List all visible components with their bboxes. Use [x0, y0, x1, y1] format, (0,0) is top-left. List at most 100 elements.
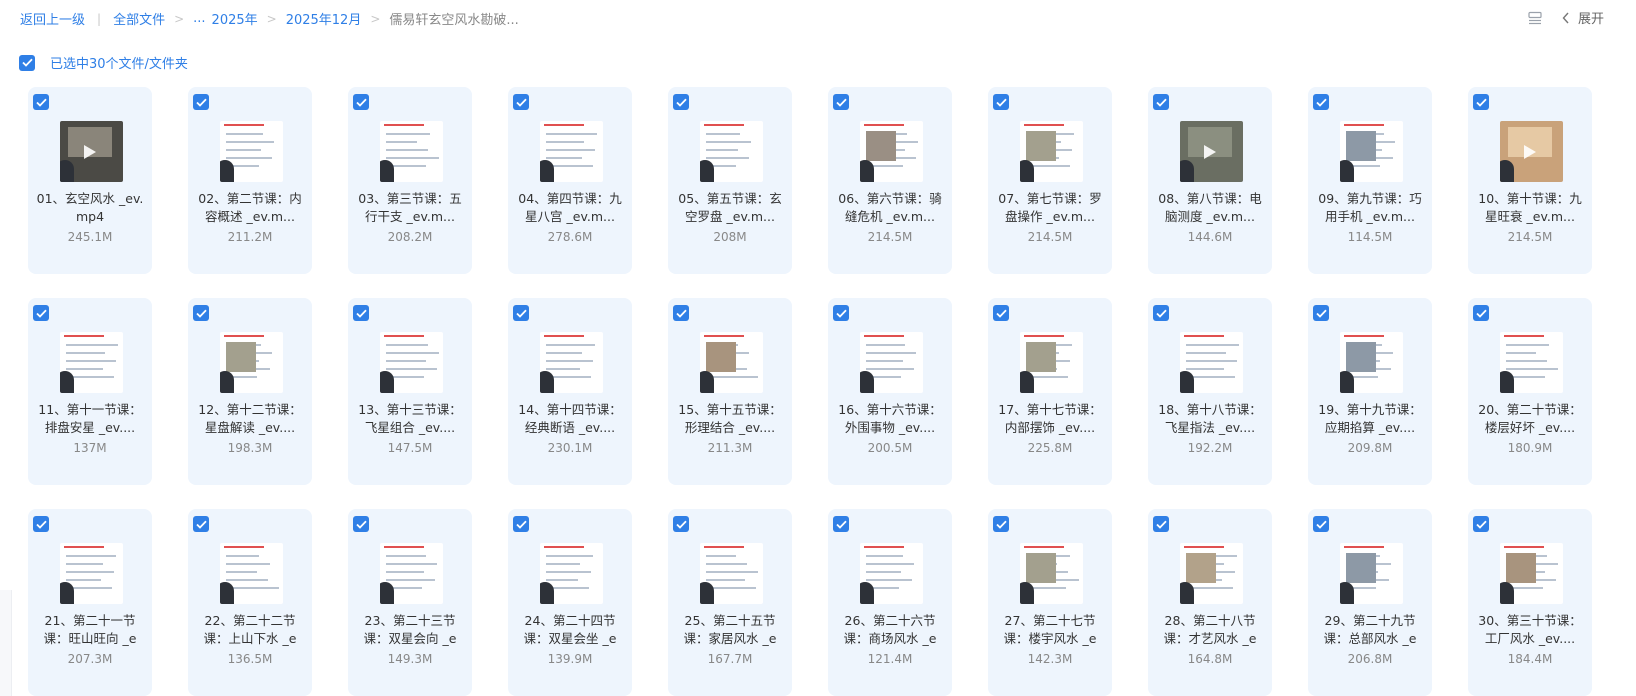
- file-checkbox[interactable]: [513, 516, 529, 532]
- file-size: 137M: [73, 441, 107, 455]
- file-name: 13、第十三节课：飞星组合 _ev....: [358, 402, 462, 435]
- file-card[interactable]: 19、第十九节课：应期掐算 _ev.... 209.8M: [1308, 298, 1432, 485]
- file-card[interactable]: 25、第二十五节课：家居风水 _e 167.7M: [668, 509, 792, 696]
- file-checkbox[interactable]: [1153, 94, 1169, 110]
- file-size: 167.7M: [707, 652, 753, 666]
- file-card[interactable]: 05、第五节课：玄空罗盘 _ev.m... 208M: [668, 87, 792, 274]
- presenter-figure: [60, 371, 74, 393]
- presenter-figure: [1180, 582, 1194, 604]
- back-link[interactable]: 返回上一级: [20, 9, 85, 28]
- file-checkbox[interactable]: [513, 305, 529, 321]
- file-card[interactable]: 01、玄空风水 _ev.mp4 245.1M: [28, 87, 152, 274]
- file-card[interactable]: 07、第七节课：罗盘操作 _ev.m... 214.5M: [988, 87, 1112, 274]
- file-checkbox[interactable]: [673, 305, 689, 321]
- file-card[interactable]: 30、第三十节课：工厂风水 _ev.... 184.4M: [1468, 509, 1592, 696]
- file-size: 142.3M: [1027, 652, 1073, 666]
- file-thumbnail: [1020, 332, 1083, 393]
- file-thumbnail: [540, 543, 603, 604]
- presenter-figure: [380, 371, 394, 393]
- file-name: 07、第七节课：罗盘操作 _ev.m...: [998, 191, 1102, 224]
- file-card[interactable]: 20、第二十节课：楼层好坏 _ev.... 180.9M: [1468, 298, 1592, 485]
- check-icon: [1315, 309, 1327, 318]
- file-checkbox[interactable]: [1153, 516, 1169, 532]
- file-card[interactable]: 17、第十七节课：内部摆饰 _ev.... 225.8M: [988, 298, 1112, 485]
- file-checkbox[interactable]: [673, 94, 689, 110]
- file-name: 17、第十七节课：内部摆饰 _ev....: [998, 402, 1102, 435]
- file-card[interactable]: 13、第十三节课：飞星组合 _ev.... 147.5M: [348, 298, 472, 485]
- file-checkbox[interactable]: [513, 94, 529, 110]
- file-card[interactable]: 09、第九节课：巧用手机 _ev.m... 114.5M: [1308, 87, 1432, 274]
- breadcrumb-all-files[interactable]: 全部文件: [113, 9, 165, 28]
- file-checkbox[interactable]: [673, 516, 689, 532]
- file-thumbnail: [1340, 332, 1403, 393]
- selection-count-label: 已选中30个文件/文件夹: [50, 57, 188, 72]
- file-card[interactable]: 24、第二十四节课：双星会坐 _e 139.9M: [508, 509, 632, 696]
- file-checkbox[interactable]: [33, 516, 49, 532]
- file-checkbox[interactable]: [353, 516, 369, 532]
- file-checkbox[interactable]: [1313, 94, 1329, 110]
- file-checkbox[interactable]: [833, 516, 849, 532]
- check-icon: [195, 98, 207, 107]
- file-size: 121.4M: [867, 652, 913, 666]
- file-card[interactable]: 18、第十八节课：飞星指法 _ev.... 192.2M: [1148, 298, 1272, 485]
- file-checkbox[interactable]: [993, 516, 1009, 532]
- top-bar: 返回上一级 | 全部文件 > ... 2025年 > 2025年12月 > 儒易…: [0, 0, 1636, 36]
- file-card[interactable]: 12、第十二节课：星盘解读 _ev.... 198.3M: [188, 298, 312, 485]
- file-card[interactable]: 14、第十四节课：经典断语 _ev.... 230.1M: [508, 298, 632, 485]
- file-size: 211.2M: [227, 230, 273, 244]
- file-card[interactable]: 21、第二十一节课：旺山旺向 _e 207.3M: [28, 509, 152, 696]
- file-checkbox[interactable]: [193, 516, 209, 532]
- file-size: 136.5M: [227, 652, 273, 666]
- file-checkbox[interactable]: [993, 94, 1009, 110]
- file-checkbox[interactable]: [1473, 516, 1489, 532]
- file-thumbnail: [1020, 121, 1083, 182]
- breadcrumb-ellipsis[interactable]: ...: [193, 11, 205, 26]
- file-checkbox[interactable]: [1473, 305, 1489, 321]
- file-size: 214.5M: [1507, 230, 1553, 244]
- file-checkbox[interactable]: [33, 94, 49, 110]
- file-card[interactable]: 10、第十节课：九星旺衰 _ev.m... 214.5M: [1468, 87, 1592, 274]
- select-all-checkbox[interactable]: [19, 54, 35, 71]
- file-card[interactable]: 15、第十五节课：形理结合 _ev.... 211.3M: [668, 298, 792, 485]
- file-checkbox[interactable]: [1313, 305, 1329, 321]
- file-card[interactable]: 16、第十六节课：外围事物 _ev.... 200.5M: [828, 298, 952, 485]
- file-checkbox[interactable]: [193, 94, 209, 110]
- breadcrumb-year[interactable]: 2025年: [212, 9, 258, 28]
- file-card[interactable]: 11、第十一节课：排盘安星 _ev.... 137M: [28, 298, 152, 485]
- play-icon: [84, 145, 96, 159]
- file-card[interactable]: 23、第二十三节课：双星会向 _e 149.3M: [348, 509, 472, 696]
- file-checkbox[interactable]: [833, 305, 849, 321]
- file-checkbox[interactable]: [353, 94, 369, 110]
- expand-button[interactable]: 展开: [1562, 8, 1604, 27]
- file-card[interactable]: 29、第二十九节课：总部风水 _e 206.8M: [1308, 509, 1432, 696]
- file-checkbox[interactable]: [33, 305, 49, 321]
- file-checkbox[interactable]: [993, 305, 1009, 321]
- file-name: 23、第二十三节课：双星会向 _e: [363, 613, 457, 646]
- file-checkbox[interactable]: [1153, 305, 1169, 321]
- file-card[interactable]: 28、第二十八节课：才艺风水 _e 164.8M: [1148, 509, 1272, 696]
- file-thumbnail: [860, 543, 923, 604]
- file-card[interactable]: 04、第四节课：九星八宫 _ev.m... 278.6M: [508, 87, 632, 274]
- file-size: 225.8M: [1027, 441, 1073, 455]
- file-card[interactable]: 27、第二十七节课：楼宇风水 _e 142.3M: [988, 509, 1112, 696]
- file-card[interactable]: 02、第二节课：内容概述 _ev.m... 211.2M: [188, 87, 312, 274]
- file-checkbox[interactable]: [1313, 516, 1329, 532]
- file-card[interactable]: 26、第二十六节课：商场风水 _e 121.4M: [828, 509, 952, 696]
- breadcrumb-divider: |: [97, 11, 102, 26]
- check-icon: [995, 309, 1007, 318]
- presenter-figure: [1180, 371, 1194, 393]
- file-checkbox[interactable]: [353, 305, 369, 321]
- list-view-icon[interactable]: [1528, 11, 1542, 25]
- file-card[interactable]: 08、第八节课：电脑测度 _ev.m... 144.6M: [1148, 87, 1272, 274]
- file-card[interactable]: 22、第二十二节课：上山下水 _e 136.5M: [188, 509, 312, 696]
- check-icon: [35, 98, 47, 107]
- file-checkbox[interactable]: [193, 305, 209, 321]
- file-checkbox[interactable]: [833, 94, 849, 110]
- presenter-figure: [380, 582, 394, 604]
- file-name: 29、第二十九节课：总部风水 _e: [1323, 613, 1417, 646]
- breadcrumb-month[interactable]: 2025年12月: [286, 9, 362, 28]
- file-name: 03、第三节课：五行干支 _ev.m...: [358, 191, 462, 224]
- file-card[interactable]: 03、第三节课：五行干支 _ev.m... 208.2M: [348, 87, 472, 274]
- file-checkbox[interactable]: [1473, 94, 1489, 110]
- file-card[interactable]: 06、第六节课：骑缝危机 _ev.m... 214.5M: [828, 87, 952, 274]
